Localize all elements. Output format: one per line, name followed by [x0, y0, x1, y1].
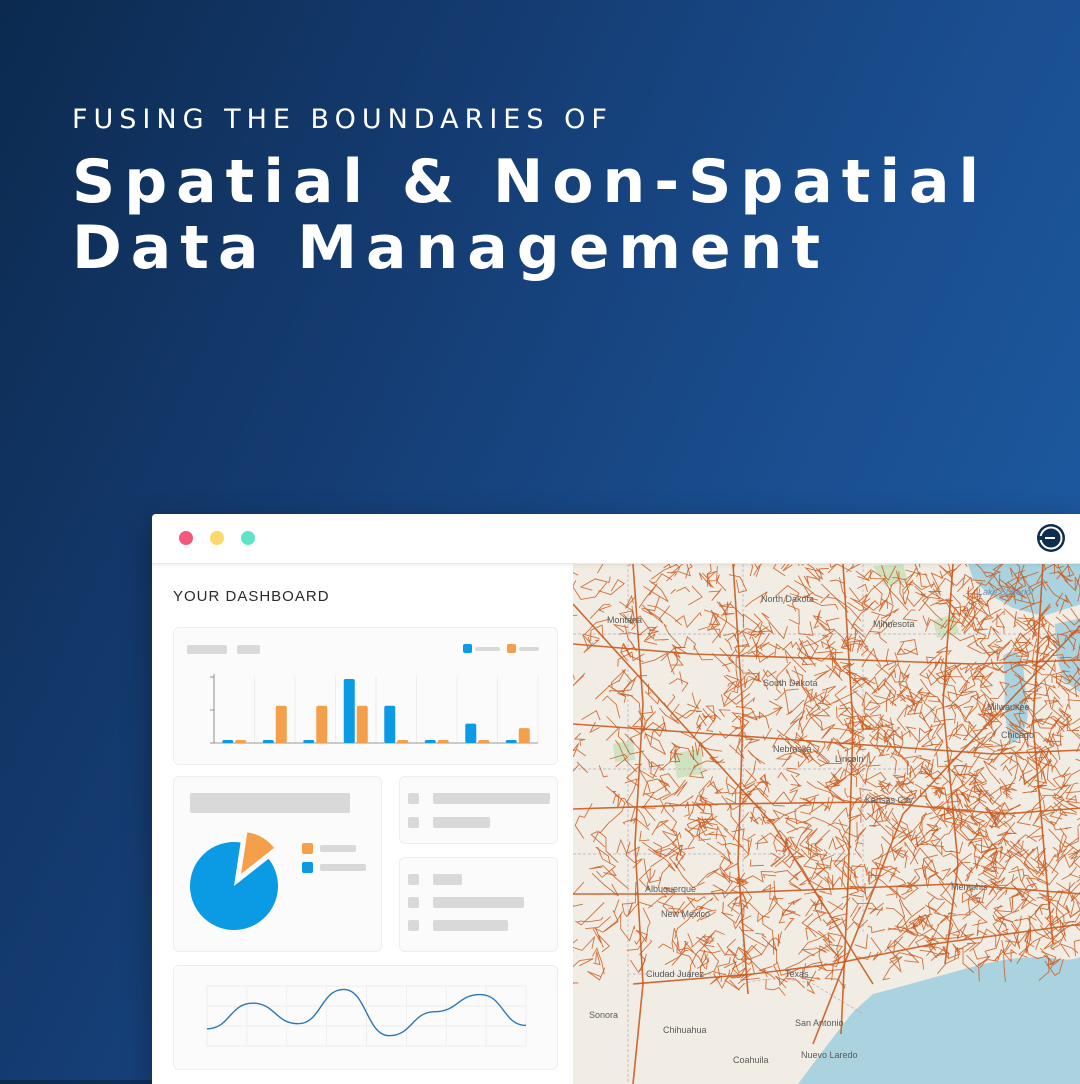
window-titlebar [152, 514, 1080, 564]
bar [384, 705, 396, 743]
bar [518, 728, 530, 743]
bar [303, 740, 315, 743]
list-card-1 [399, 776, 558, 844]
bar [505, 740, 517, 743]
app-window: YOUR DASHBOARD Lake Superior Montana Nor… [152, 514, 1080, 1084]
bar [262, 740, 274, 743]
hero-kicker: FUSING THE BOUNDARIES OF [72, 104, 613, 135]
pie-legend-swatch-orange [302, 843, 313, 854]
bar [356, 705, 368, 743]
map-label-coahuila: Coahuila [733, 1055, 769, 1065]
map-label-nebraska: Nebraska [773, 744, 812, 754]
list-card-2 [399, 857, 558, 952]
hero-heading: FUSING THE BOUNDARIES OF Spatial & Non-S… [72, 104, 988, 281]
list-item-placeholder [433, 817, 490, 828]
map-label-lincoln: Lincoln [835, 754, 864, 764]
map-label-texas: Texas [785, 969, 809, 979]
brand-logo-icon[interactable] [1036, 523, 1066, 553]
list-item-placeholder [433, 874, 462, 885]
bar [437, 740, 449, 743]
bar [397, 740, 409, 743]
map-label-lake-superior: Lake Superior [978, 587, 1035, 597]
list-item-placeholder [433, 897, 524, 908]
list-item-placeholder [433, 920, 508, 931]
map-view[interactable]: Lake Superior Montana North Dakota Minne… [573, 564, 1080, 1084]
map-canvas[interactable] [573, 564, 1080, 1084]
hero-headline: Spatial & Non-Spatial Data Management [72, 149, 988, 281]
pie-legend-swatch-blue [302, 862, 313, 873]
line-chart [206, 985, 527, 1047]
bar-chart-card [173, 627, 558, 765]
bar-chart [210, 674, 539, 744]
maximize-button[interactable] [241, 531, 255, 545]
close-button[interactable] [179, 531, 193, 545]
list-bullet [408, 817, 419, 828]
map-label-albuquerque: Albuquerque [645, 884, 697, 894]
bar [235, 740, 247, 743]
dashboard-panel: YOUR DASHBOARD [152, 564, 573, 1084]
list-bullet [408, 793, 419, 804]
map-label-chihuahua: Chihuahua [663, 1025, 707, 1035]
map-label-kansas-city: Kansas City [865, 795, 914, 805]
map-label-north-dakota: North Dakota [761, 594, 815, 604]
list-bullet [408, 920, 419, 931]
pie-slice-blue [190, 842, 278, 930]
dashboard-title: YOUR DASHBOARD [173, 588, 330, 605]
line-chart-card [173, 965, 558, 1070]
pie-chart-card [173, 776, 382, 952]
bar [343, 678, 355, 743]
bar [478, 740, 490, 743]
map-label-new-mexico: New Mexico [661, 909, 711, 919]
map-label-san-antonio: San Antonio [795, 1018, 844, 1028]
bar [275, 705, 287, 743]
bar [465, 723, 477, 743]
hero-headline-line-2: Data Management [72, 213, 830, 283]
bar [222, 740, 234, 743]
map-label-montana: Montana [607, 615, 643, 625]
map-label-nuevo-laredo: Nuevo Laredo [801, 1050, 858, 1060]
minimize-button[interactable] [210, 531, 224, 545]
pie-legend-label-placeholder [320, 845, 356, 852]
map-label-chicago: Chicago [1001, 730, 1035, 740]
list-item-placeholder [433, 793, 550, 804]
map-label-milwaukee: Milwaukee [987, 702, 1030, 712]
hero-headline-line-1: Spatial & Non-Spatial [72, 147, 989, 217]
map-label-sonora: Sonora [589, 1010, 619, 1020]
map-label-south-dakota: South Dakota [763, 678, 818, 688]
list-bullet [408, 874, 419, 885]
map-label-memphis: Memphis [951, 882, 988, 892]
bar [424, 740, 436, 743]
list-bullet [408, 897, 419, 908]
map-label-minnesota: Minnesota [873, 619, 915, 629]
pie-legend-label-placeholder [320, 864, 366, 871]
bar [316, 705, 328, 743]
map-label-ciudad-juarez: Ciudad Juárez [646, 969, 705, 979]
